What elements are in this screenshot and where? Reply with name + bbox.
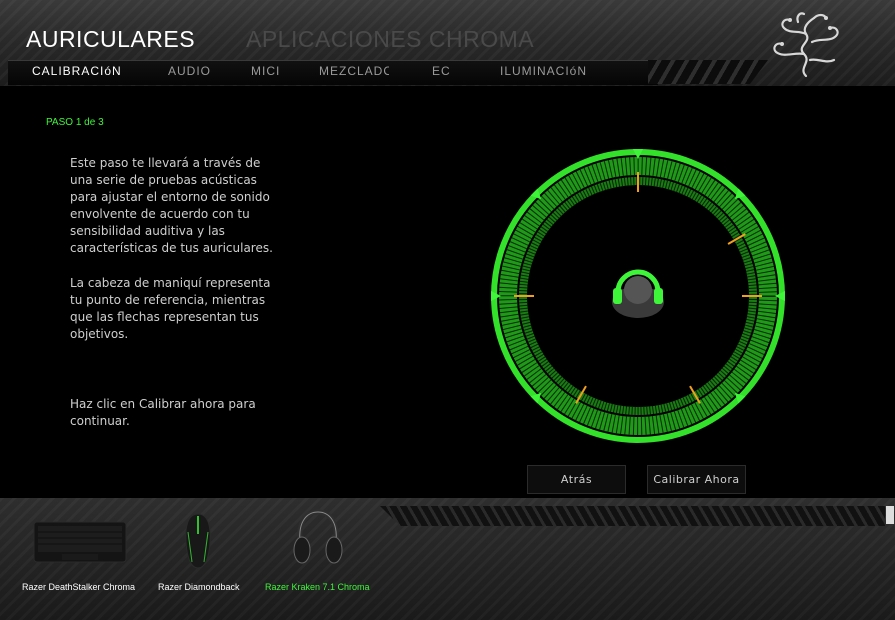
tab-calibracion[interactable]: CALIBRACIóN (32, 64, 122, 78)
device-bar (0, 498, 895, 620)
device-deathstalker[interactable]: Razer DeathStalker Chroma (22, 582, 135, 592)
device-bar-scroll[interactable] (886, 506, 894, 524)
tab-mic[interactable]: MICI (251, 64, 280, 78)
back-button[interactable]: Atrás (527, 465, 626, 494)
tab-iluminacion[interactable]: ILUMINACIóN (500, 64, 587, 78)
keyboard-icon[interactable] (32, 518, 128, 566)
page-title: AURICULARES (26, 26, 196, 52)
device-kraken[interactable]: Razer Kraken 7.1 Chroma (265, 582, 370, 592)
tab-ec[interactable]: EC (432, 64, 451, 78)
dummy-head-icon (612, 269, 664, 318)
chroma-apps-link[interactable]: APLICACIONES CHROMA (246, 26, 534, 53)
calibration-ring (491, 149, 785, 443)
headset-icon[interactable] (292, 508, 344, 568)
instructions-paragraph-1: Este paso te llevará a través de una ser… (70, 156, 273, 255)
step-indicator: PASO 1 de 3 (46, 117, 104, 128)
tab-bar-stripes (648, 60, 768, 84)
calibrate-now-button[interactable]: Calibrar Ahora (647, 465, 746, 494)
device-diamondback[interactable]: Razer Diamondback (158, 582, 240, 592)
tab-mezclador[interactable]: MEZCLADOF (319, 64, 389, 78)
device-bar-stripes (380, 506, 885, 526)
instructions-paragraph-3: Haz clic en Calibrar ahora para continua… (70, 397, 256, 428)
mouse-icon[interactable] (182, 512, 214, 570)
header: AURICULARES APLICACIONES CHROMA CALIBRAC… (0, 0, 895, 86)
instructions-paragraph-2: La cabeza de maniquí representa tu punto… (70, 276, 271, 341)
tab-bar: CALIBRACIóN AUDIO MICI MEZCLADOF EC ILUM… (0, 60, 895, 86)
tab-audio[interactable]: AUDIO (168, 64, 211, 78)
